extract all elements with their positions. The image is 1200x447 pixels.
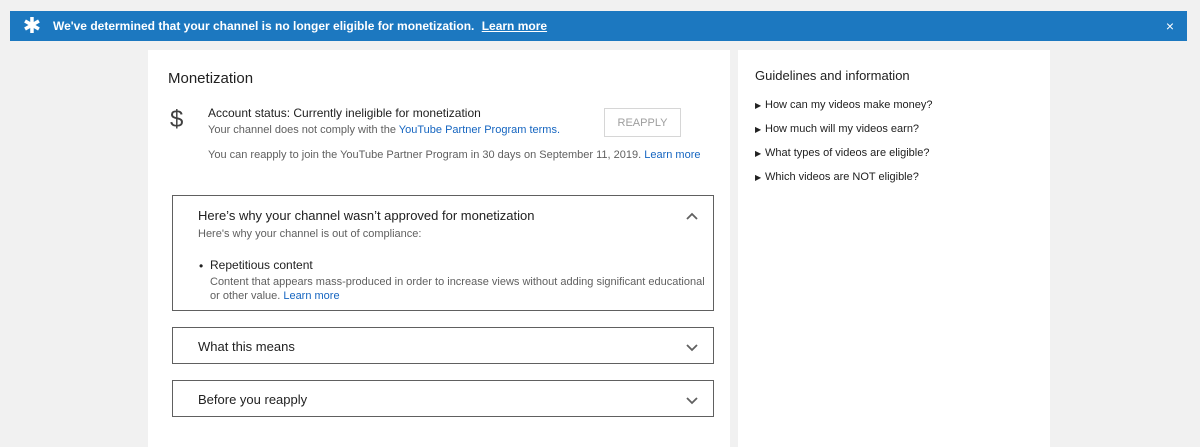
banner-learn-more-link[interactable]: Learn more	[482, 19, 547, 33]
reapply-button[interactable]: REAPPLY	[604, 108, 681, 137]
what-this-means-header[interactable]: What this means	[173, 328, 713, 363]
guideline-item[interactable]: ▶ Which videos are NOT eligible?	[755, 171, 933, 195]
notification-banner: ✱ We've determined that your channel is …	[10, 11, 1187, 41]
banner-message: We've determined that your channel is no…	[53, 19, 548, 33]
star-icon: ✱	[22, 13, 42, 38]
page-title: Monetization	[168, 70, 254, 87]
what-this-means-panel: What this means	[172, 327, 714, 364]
guidelines-card: Guidelines and information ▶ How can my v…	[738, 50, 1050, 447]
reason-description: Content that appears mass-produced in or…	[210, 276, 705, 302]
bullet-icon: •	[199, 259, 204, 273]
account-status-title: Account status: Currently ineligible for…	[208, 106, 481, 120]
panel-subtitle: Here's why your channel is out of compli…	[198, 228, 422, 240]
panel-title: What this means	[198, 339, 295, 354]
reason-title: Repetitious content	[210, 258, 313, 272]
reapply-learn-more-link[interactable]: Learn more	[644, 149, 700, 161]
chevron-down-icon[interactable]	[685, 393, 699, 407]
dollar-icon: $	[170, 106, 184, 133]
partner-program-terms-link[interactable]: YouTube Partner Program terms.	[399, 124, 560, 136]
triangle-right-icon: ▶	[755, 125, 762, 134]
reason-learn-more-link[interactable]: Learn more	[283, 290, 339, 302]
close-icon[interactable]: ×	[1166, 19, 1174, 33]
guidelines-title: Guidelines and information	[755, 68, 910, 83]
chevron-down-icon[interactable]	[685, 340, 699, 354]
guideline-item[interactable]: ▶ How can my videos make money?	[755, 99, 933, 123]
guideline-item[interactable]: ▶ How much will my videos earn?	[755, 123, 933, 147]
guideline-item[interactable]: ▶ What types of videos are eligible?	[755, 147, 933, 171]
panel-title: Here’s why your channel wasn’t approved …	[198, 208, 535, 223]
chevron-up-icon[interactable]	[685, 210, 699, 224]
triangle-right-icon: ▶	[755, 101, 762, 110]
monetization-card: Monetization $ Account status: Currently…	[148, 50, 730, 447]
guidelines-list: ▶ How can my videos make money? ▶ How much…	[755, 99, 933, 195]
not-approved-panel: Here’s why your channel wasn’t approved …	[172, 195, 714, 311]
before-you-reapply-panel: Before you reapply	[172, 380, 714, 417]
panel-title: Before you reapply	[198, 392, 308, 407]
triangle-right-icon: ▶	[755, 173, 762, 182]
account-status-subtitle: Your channel does not comply with the Yo…	[208, 124, 560, 136]
triangle-right-icon: ▶	[755, 149, 762, 158]
reapply-note: You can reapply to join the YouTube Part…	[208, 149, 701, 161]
before-you-reapply-header[interactable]: Before you reapply	[173, 381, 713, 416]
